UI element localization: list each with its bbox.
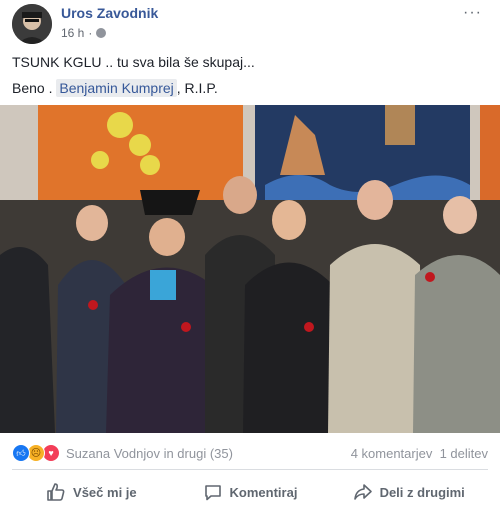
like-button[interactable]: Všeč mi je	[12, 475, 171, 509]
post-text-suffix: , R.I.P.	[176, 80, 218, 96]
post-meta: 16 h ·	[61, 26, 107, 40]
post-header: Uros Zavodnik 16 h · ···	[0, 0, 500, 50]
engagement-counts: 4 komentarjev 1 delitev	[351, 446, 488, 461]
author-name[interactable]: Uros Zavodnik	[61, 5, 158, 21]
meta-separator: ·	[88, 26, 93, 40]
post-text-line1: TSUNK KGLU .. tu sva bila še skupaj...	[12, 54, 255, 70]
share-button-label: Deli z drugimi	[379, 484, 465, 500]
post-time[interactable]: 16 h	[61, 26, 84, 40]
comment-button-label: Komentiraj	[229, 484, 298, 500]
like-icon[interactable]: 👍︎	[12, 444, 30, 462]
share-count[interactable]: 1 delitev	[440, 446, 488, 461]
globe-icon[interactable]	[96, 28, 107, 38]
post-text-line2: Beno . Benjamin Kumprej, R.I.P.	[12, 79, 218, 97]
post-photo[interactable]	[0, 105, 500, 433]
thumbs-up-icon	[47, 483, 65, 501]
share-button[interactable]: Deli z drugimi	[329, 475, 488, 509]
tagged-person-link[interactable]: Benjamin Kumprej	[56, 79, 177, 97]
comment-button[interactable]: Komentiraj	[171, 475, 330, 509]
actions-divider	[12, 469, 488, 470]
reactions-summary[interactable]: Suzana Vodnjov in drugi (35)	[66, 446, 233, 461]
comment-count[interactable]: 4 komentarjev	[351, 446, 433, 461]
reactions-bar: 👍︎ ☹︎ ♥︎ Suzana Vodnjov in drugi (35)	[12, 443, 233, 463]
share-icon	[353, 484, 372, 500]
post-actions: Všeč mi je Komentiraj Deli z drugimi	[12, 475, 488, 509]
author-avatar[interactable]	[12, 4, 52, 44]
more-options-button[interactable]: ···	[463, 4, 482, 22]
like-button-label: Všeč mi je	[73, 484, 137, 500]
post-text-prefix: Beno .	[12, 80, 57, 96]
comment-icon	[204, 485, 221, 501]
